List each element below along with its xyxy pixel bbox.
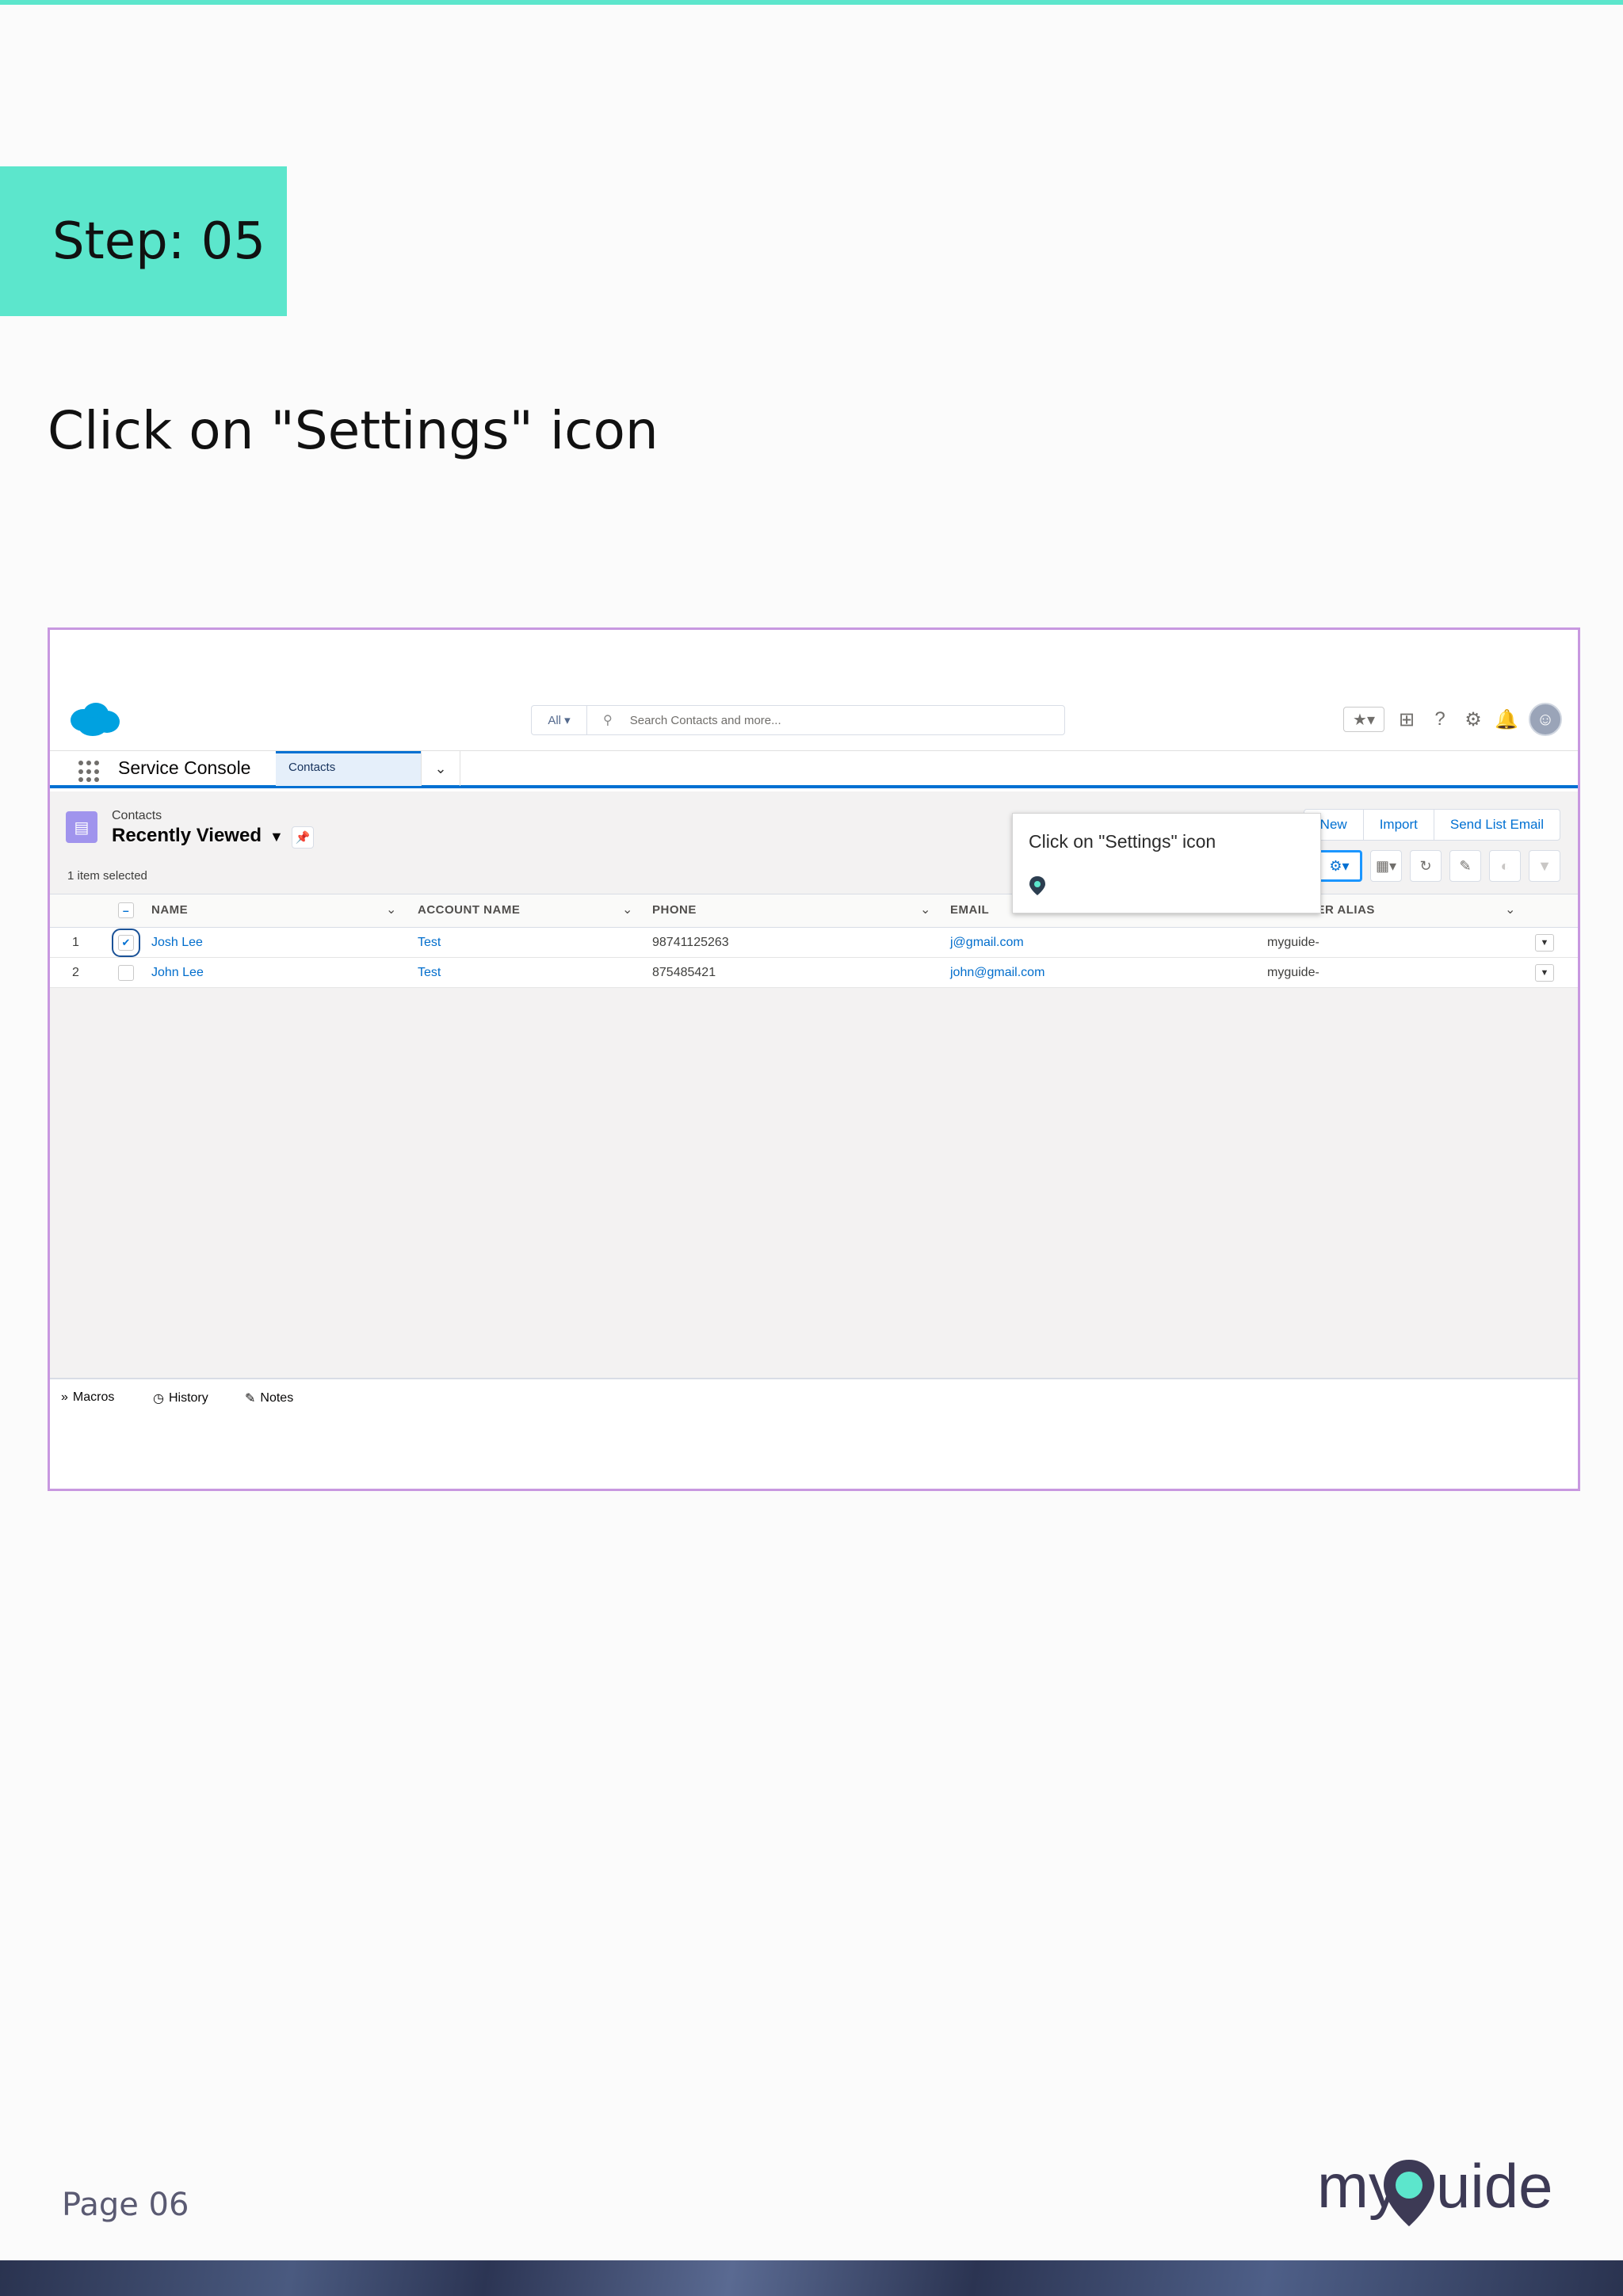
- phone-value: 875485421: [652, 966, 716, 979]
- column-menu-chevron-icon[interactable]: ⌄: [920, 902, 931, 917]
- utility-macros[interactable]: » Macros: [61, 1390, 114, 1405]
- top-accent-rule: [0, 0, 1623, 5]
- list-view-toolbar: ⚙▾ ▦▾ ↻ ✎ ◐ ▼: [1316, 850, 1560, 882]
- workspace-tab-contacts[interactable]: Contacts: [276, 751, 421, 786]
- list-view-title: Recently Viewed: [112, 825, 262, 846]
- notes-icon: ✎: [245, 1392, 256, 1405]
- display-as-table-icon[interactable]: ▦▾: [1369, 850, 1402, 882]
- phone-value: 98741125263: [652, 936, 729, 949]
- column-menu-chevron-icon[interactable]: ⌄: [1505, 902, 1516, 917]
- object-label: Contacts: [112, 809, 162, 822]
- column-header-phone[interactable]: PHONE: [652, 903, 697, 917]
- brand-pin-dot: [1396, 2172, 1423, 2199]
- contact-card-icon: ▤: [66, 811, 97, 843]
- screenshot-frame: All ▾ ⚲ Search Contacts and more... ★▾ ⊞…: [48, 627, 1580, 1491]
- global-search[interactable]: All ▾ ⚲ Search Contacts and more...: [531, 705, 1065, 735]
- favorites-icon[interactable]: ★▾: [1343, 707, 1384, 732]
- column-header-name[interactable]: NAME: [151, 903, 188, 917]
- account-name-link[interactable]: Test: [418, 966, 441, 980]
- avatar[interactable]: ☺: [1529, 703, 1562, 736]
- utility-macros-label: Macros: [72, 1390, 115, 1404]
- column-menu-chevron-icon[interactable]: ⌄: [386, 902, 397, 917]
- myguide-pin-icon: [1029, 876, 1045, 895]
- utility-history[interactable]: ◷ History: [153, 1390, 208, 1406]
- myguide-logo: my uide: [1317, 2151, 1552, 2226]
- send-list-email-button[interactable]: Send List Email: [1433, 809, 1560, 841]
- salesforce-cloud-logo[interactable]: [66, 700, 123, 739]
- table-row: 2 John Lee Test 875485421 john@gmail.com…: [50, 958, 1578, 988]
- list-view-settings-icon[interactable]: ⚙▾: [1316, 850, 1362, 882]
- list-actions: New Import Send List Email: [1303, 809, 1560, 841]
- guide-page: Step: 05 Click on "Settings" icon All ▾ …: [0, 0, 1623, 2296]
- selection-status: 1 item selected: [67, 869, 147, 883]
- table-header: – NAME ⌄ ACCOUNT NAME ⌄ PHONE ⌄ EMAIL T …: [50, 894, 1578, 928]
- refresh-icon[interactable]: ↻: [1410, 850, 1442, 882]
- contact-name-link[interactable]: Josh Lee: [151, 936, 203, 950]
- global-header: All ▾ ⚲ Search Contacts and more... ★▾ ⊞…: [50, 693, 1578, 741]
- column-menu-chevron-icon[interactable]: ⌄: [622, 902, 633, 917]
- help-icon[interactable]: ?: [1429, 708, 1451, 730]
- search-scope-dropdown[interactable]: All ▾: [532, 706, 587, 734]
- edit-pencil-icon[interactable]: ✎: [1449, 850, 1481, 882]
- tooltip-text: Click on "Settings" icon: [1029, 831, 1216, 852]
- instruction-text: Click on "Settings" icon: [48, 400, 659, 461]
- footer-band: [0, 2260, 1623, 2296]
- app-launcher-icon[interactable]: [78, 761, 101, 783]
- row-actions-menu-icon[interactable]: ▼: [1535, 934, 1554, 952]
- pin-icon[interactable]: 📌: [292, 826, 314, 849]
- utility-history-label: History: [168, 1391, 208, 1405]
- step-label: Step: 05: [52, 212, 266, 271]
- caret-down-icon: ▼: [269, 829, 284, 845]
- clock-icon: ◷: [153, 1392, 164, 1405]
- select-all-checkbox[interactable]: –: [118, 902, 134, 918]
- search-icon: ⚲: [603, 714, 613, 727]
- row-number: 2: [72, 966, 79, 979]
- row-actions-menu-icon[interactable]: ▼: [1535, 964, 1554, 982]
- row-checkbox[interactable]: [118, 965, 134, 981]
- account-name-link[interactable]: Test: [418, 936, 441, 950]
- search-input[interactable]: ⚲ Search Contacts and more...: [587, 712, 1064, 728]
- search-placeholder: Search Contacts and more...: [629, 713, 781, 727]
- brand-uide: uide: [1436, 2151, 1552, 2221]
- page-number: Page 06: [62, 2187, 189, 2223]
- chart-icon[interactable]: ◐: [1489, 850, 1521, 882]
- salesforce-console: All ▾ ⚲ Search Contacts and more... ★▾ ⊞…: [50, 630, 1578, 1489]
- column-header-account-name[interactable]: ACCOUNT NAME: [418, 903, 520, 917]
- header-icons: ★▾ ⊞ ? ⚙ 🔔 ☺: [1343, 703, 1562, 736]
- console-nav-bar: Service Console Contacts ⌄: [50, 750, 1578, 788]
- import-button[interactable]: Import: [1362, 809, 1434, 841]
- column-header-email[interactable]: EMAIL: [950, 903, 989, 917]
- global-actions-icon[interactable]: ⊞: [1396, 708, 1418, 730]
- setup-gear-icon[interactable]: ⚙: [1462, 708, 1484, 730]
- row-number: 1: [72, 936, 79, 949]
- utility-notes[interactable]: ✎ Notes: [245, 1390, 293, 1406]
- utility-bar: » Macros ◷ History ✎ Notes: [50, 1378, 1578, 1489]
- notifications-bell-icon[interactable]: 🔔: [1495, 708, 1518, 730]
- step-badge: Step: 05: [0, 166, 287, 316]
- list-view-body: ▤ Contacts Recently Viewed ▼ 📌 1 item sel…: [50, 791, 1578, 1378]
- filter-icon[interactable]: ▼: [1529, 850, 1560, 882]
- list-view-header: ▤ Contacts Recently Viewed ▼ 📌 1 item sel…: [50, 791, 1578, 894]
- guide-tooltip: Click on "Settings" icon: [1012, 813, 1321, 913]
- contact-name-link[interactable]: John Lee: [151, 966, 204, 980]
- list-view-selector[interactable]: Recently Viewed ▼: [112, 825, 284, 847]
- owner-alias-value: myguide-: [1267, 966, 1319, 979]
- email-link[interactable]: j@gmail.com: [950, 936, 1024, 950]
- app-name: Service Console: [118, 757, 251, 778]
- email-link[interactable]: john@gmail.com: [950, 966, 1044, 980]
- utility-notes-label: Notes: [260, 1391, 294, 1405]
- owner-alias-value: myguide-: [1267, 936, 1319, 949]
- row-checkbox[interactable]: ✔: [112, 929, 140, 957]
- nav-menu-chevron-icon[interactable]: ⌄: [421, 751, 460, 786]
- table-row: 1 ✔ Josh Lee Test 98741125263 j@gmail.co…: [50, 928, 1578, 958]
- macros-icon: »: [61, 1390, 68, 1404]
